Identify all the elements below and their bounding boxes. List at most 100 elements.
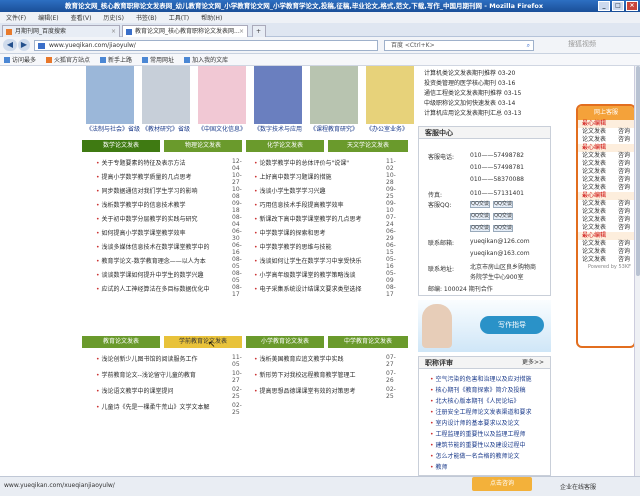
list-item[interactable]: • 教师 [430,462,448,471]
magazine-cover[interactable] [366,66,414,124]
tab-baidu[interactable]: 月期刊网_百度搜索 × [2,25,120,37]
tab-secondary[interactable]: 中学教育论文发表 [328,336,408,348]
tab-astronomy[interactable]: 天文学论文发表 [328,140,408,152]
service-row[interactable]: 论文发表 咨询 [578,136,634,144]
service-row[interactable]: 论文发表 咨询 [578,128,634,136]
back-arrow-icon[interactable]: ◀ [3,39,17,51]
menu-file[interactable]: 文件(F) [6,13,26,22]
list-item[interactable]: • 浅谈如何让学生在数学学习中享受快乐 [254,256,362,265]
magazine-cover[interactable] [142,66,190,124]
service-row[interactable]: 论文发表 咨询 [578,168,634,176]
list-item[interactable]: • 新课改下高中数学课堂教学的几点思考 [254,214,362,223]
menu-help[interactable]: 帮助(H) [201,13,222,22]
minimize-button[interactable]: _ [598,1,610,11]
list-item[interactable]: • 关于初中数学分层教学的实践与研究 [96,214,198,223]
list-item[interactable]: • 建筑节能的重要性以及建设过程中 [430,440,526,449]
list-item[interactable]: • 巧用信息技术手段提高教学效率 [254,200,344,209]
enterprise-service[interactable]: 企业在线客服 [560,482,596,491]
list-item[interactable]: 计算机类论文发表期刊推荐 03-20 [424,68,515,77]
qq-chat-button[interactable]: QQ交谈 [493,201,513,208]
tab-close-icon[interactable]: × [111,26,116,37]
page-scrollbar[interactable] [634,66,640,476]
writing-guide-button[interactable]: 写作指导 [480,316,544,334]
tab-primary[interactable]: 小学教育论文发表 [246,336,324,348]
url-input[interactable]: www.yueqikan.com/jiaoyulw/ [34,40,378,51]
list-item[interactable]: • 北大核心版本期刊《人民论坛》 [430,396,520,405]
menu-tools[interactable]: 工具(T) [169,13,189,22]
menu-history[interactable]: 历史(S) [103,13,124,22]
list-item[interactable]: • 提高思想品德课课堂有效的对策思考 [254,386,356,395]
qq-chat-button[interactable]: QQ交谈 [470,225,490,232]
service-row[interactable]: 论文发表 咨询 [578,200,634,208]
magazine-label[interactable]: 《法制与社会》省级 [86,124,140,133]
tab-yueqikan[interactable]: 教育论文网_核心教育职称论文发表网... × [122,25,248,37]
tab-close-icon[interactable]: × [239,26,244,37]
tab-chemistry[interactable]: 化学论文发表 [246,140,324,152]
list-item[interactable]: 中级职称论文加何快速发表 03-14 [424,98,515,107]
qq-chat-button[interactable]: QQ交谈 [470,213,490,220]
list-item[interactable]: • 空气污染的危害和治理以及应对措施 [430,374,532,383]
email-address[interactable]: yueqikan@163.com [470,250,530,257]
service-row[interactable]: 论文发表 咨询 [578,208,634,216]
list-item[interactable]: • 浅论语文教学中的课堂提问 [96,386,174,395]
qq-chat-button[interactable]: QQ交谈 [470,201,490,208]
tab-education[interactable]: 教育论文发表 [82,336,160,348]
menu-view[interactable]: 查看(V) [71,13,92,22]
list-item[interactable]: • 核心期刊《教育探索》简介及投稿 [430,385,526,394]
tab-preschool[interactable]: 学前教育论文发表 [164,336,242,348]
bookmark-most-visited[interactable]: 访问最多 [4,55,36,64]
list-item[interactable]: • 浅谈多媒体信息技术在数学课堂教学中的 [96,242,210,251]
service-row[interactable]: 论文发表 咨询 [578,240,634,248]
forward-arrow-icon[interactable]: ▶ [18,39,30,51]
magazine-label[interactable]: 《中国文化信息》 [198,124,246,133]
list-item[interactable]: • 电子采集系统设计结课文要求类型选择 [254,284,362,293]
service-row[interactable]: 论文发表 咨询 [578,256,634,264]
service-row[interactable]: 论文发表 咨询 [578,160,634,168]
service-row[interactable]: 论文发表 咨询 [578,248,634,256]
search-icon[interactable]: ⌕ [527,41,530,50]
qq-chat-button[interactable]: QQ交谈 [493,213,513,220]
list-item[interactable]: • 谈谈数学课如何提升中学生的数学兴趣 [96,270,204,279]
list-item[interactable]: • 浅析美国教育应追文教学中实践 [254,354,344,363]
magazine-label[interactable]: 《课程教育研究》 [310,124,358,133]
scrollbar-thumb[interactable] [636,66,640,276]
list-item[interactable]: • 浅谈小学生数学学习兴趣 [254,186,326,195]
writing-guide-banner[interactable]: 写作指导 [418,300,551,352]
list-item[interactable]: 计算机应用论文发表期刊汇总 03-13 [424,108,521,117]
list-item[interactable]: • 中学数学教学的思维与技能 [254,242,332,251]
list-item[interactable]: • 浅论创新少儿图书馆的阅读服务工作 [96,354,198,363]
service-row[interactable]: 论文发表 咨询 [578,224,634,232]
new-tab-button[interactable]: + [252,25,266,37]
list-item[interactable]: 通信工程类论文发表期刊推荐 03-15 [424,88,521,97]
tab-physics[interactable]: 物理论文发表 [164,140,242,152]
list-item[interactable]: • 小学高年级数学课堂的教学策略浅谈 [254,270,356,279]
list-item[interactable]: • 中学数学课的探索和思考 [254,228,326,237]
magazine-cover[interactable] [310,66,358,124]
bookmark-common-sites[interactable]: 常用网址 [142,55,174,64]
list-item[interactable]: • 学前教育论文--浅论留守儿童的教育 [96,370,196,379]
list-item[interactable]: • 怎么才能做一名合格的教师论文 [430,451,520,460]
bookmark-getting-started[interactable]: 新手上路 [100,55,132,64]
list-item[interactable]: • 室内设计师的基本要求以及论文 [430,418,520,427]
list-item[interactable]: • 上好高中数学习题课的措施 [254,172,332,181]
close-button[interactable]: × [626,1,638,11]
list-item[interactable]: • 浅析数学教学中的信息技术教学 [96,200,186,209]
maximize-button[interactable]: □ [612,1,624,11]
menu-edit[interactable]: 编辑(E) [38,13,58,22]
list-item[interactable]: • 教育学论文-数学教育理念——以人为本 [96,256,206,265]
magazine-cover[interactable] [86,66,134,124]
more-link[interactable]: 更多>> [522,357,544,369]
list-item[interactable]: 投资类管理的医学核心期刊 03-16 [424,78,515,87]
email-address[interactable]: yueqikan@126.com [470,238,530,245]
magazine-cover[interactable] [254,66,302,124]
list-item[interactable]: • 工程监理的重要性以及监理工程师 [430,429,526,438]
magazine-label[interactable]: 《教材研究》省级 [142,124,190,133]
list-item[interactable]: • 关于专题要素的特征及表示方法 [96,158,186,167]
online-consult-button[interactable]: 点击咨询 [472,477,532,491]
list-item[interactable]: • 论数学教学中的总体评价与"说课" [254,158,349,167]
service-row[interactable]: 论文发表 咨询 [578,152,634,160]
list-item[interactable]: • 应试的人工神经算法在多目标数据优化中 [96,284,210,293]
list-item[interactable]: • 儿童诗《先是一棵柔牛荒山》文学文本解 [96,402,210,411]
magazine-cover[interactable] [198,66,246,124]
tab-math[interactable]: 数学论文发表 [82,140,160,152]
